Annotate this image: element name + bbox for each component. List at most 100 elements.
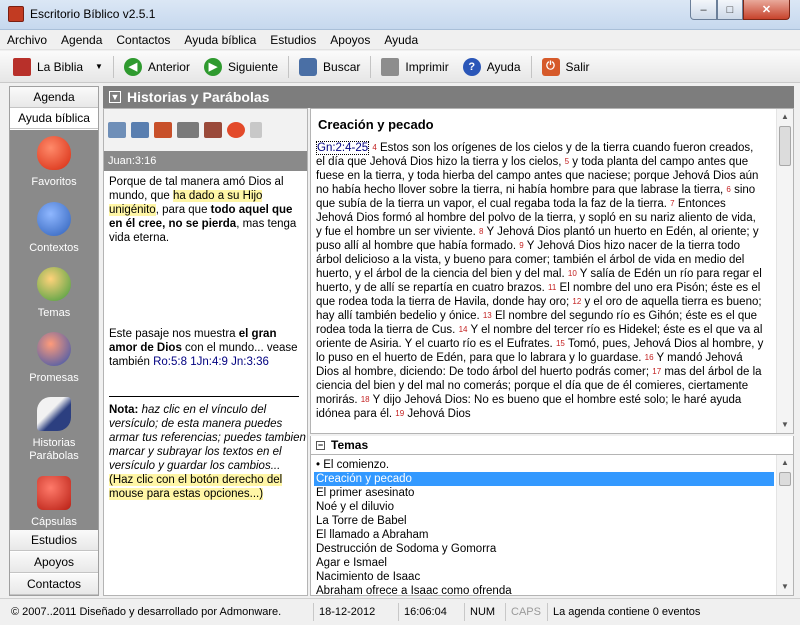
temas-scrollbar[interactable]: ▲ ▼ xyxy=(776,455,793,595)
expand-icon[interactable] xyxy=(108,122,126,138)
arrow-right-icon: ▶ xyxy=(203,57,222,76)
dropdown-arrow-icon[interactable]: ▼ xyxy=(95,62,103,71)
toolbar: La Biblia ▼ ◀ Anterior ▶ Siguiente Busca… xyxy=(0,51,800,83)
tip-highlight: (Haz clic con el botón derecho del mouse… xyxy=(109,474,283,500)
nav-item-favoritos[interactable]: Favoritos xyxy=(10,136,98,189)
maximize-button[interactable]: □ xyxy=(717,0,743,20)
chevron-down-icon[interactable]: ▼ xyxy=(109,91,121,103)
scroll-down-button[interactable]: ▼ xyxy=(777,417,793,433)
status-date: 18-12-2012 xyxy=(313,603,397,621)
heart-icon[interactable] xyxy=(227,122,245,138)
print-button[interactable]: Imprimir xyxy=(374,54,455,80)
nav-item-contextos[interactable]: Contextos xyxy=(10,202,98,255)
scroll-thumb[interactable] xyxy=(779,126,791,166)
verse-text-part: , para que xyxy=(155,204,211,216)
reference-link[interactable]: 1Jn:4:9 xyxy=(190,356,228,368)
menu-ayuda[interactable]: Ayuda xyxy=(377,33,425,47)
menu-archivo[interactable]: Archivo xyxy=(0,33,54,47)
exit-button[interactable]: ⏻ Salir xyxy=(535,54,597,80)
passage-reference-link[interactable]: Gn:2:4-25 xyxy=(316,141,370,155)
book-icon xyxy=(37,476,71,510)
list-icon[interactable] xyxy=(177,122,199,138)
close-button[interactable]: ✕ xyxy=(743,0,790,20)
tema-list-item[interactable]: Abraham ofrece a Isaac como ofrenda xyxy=(314,584,774,598)
nav-item-label: Cápsulas xyxy=(31,516,77,528)
tema-list-item[interactable]: El llamado a Abraham xyxy=(314,528,774,542)
verse-note: Este pasaje nos muestra el gran amor de … xyxy=(109,327,304,369)
nav-item-label: Temas xyxy=(37,307,71,319)
nav-ayuda-biblica[interactable]: Ayuda bíblica xyxy=(10,108,98,129)
tema-list-item[interactable]: Nacimiento de Isaac xyxy=(314,570,774,584)
tema-list-item[interactable]: Creación y pecado xyxy=(314,472,774,486)
tema-list-item[interactable]: Destrucción de Sodoma y Gomorra xyxy=(314,542,774,556)
title-bar: Escritorio Bíblico v2.5.1 – □ ✕ xyxy=(0,0,800,30)
nav-agenda[interactable]: Agenda xyxy=(10,87,98,108)
nav-contactos[interactable]: Contactos xyxy=(10,574,98,595)
collapse-icon[interactable]: − xyxy=(316,440,325,450)
divider xyxy=(109,396,299,397)
minimize-button[interactable]: – xyxy=(690,0,717,20)
reference-link[interactable]: Ro:5:8 xyxy=(153,356,187,368)
person-icon xyxy=(37,267,71,301)
menu-agenda[interactable]: Agenda xyxy=(54,33,109,47)
tema-list-item[interactable]: Noé y el diluvio xyxy=(314,500,774,514)
nav-item-label: Favoritos xyxy=(31,176,77,188)
tema-list-item[interactable]: La Torre de Babel xyxy=(314,514,774,528)
back-button[interactable]: ◀ Anterior xyxy=(117,54,197,80)
tema-list-item[interactable]: Agar e Ismael xyxy=(314,556,774,570)
help-button[interactable]: ? Ayuda xyxy=(456,54,528,80)
tema-list-item[interactable]: • El comienzo. xyxy=(314,458,774,472)
group-icon xyxy=(37,332,71,366)
nav-item-capsulas[interactable]: Cápsulas xyxy=(10,476,98,529)
exit-button-label: Salir xyxy=(565,59,590,74)
scroll-up-button[interactable]: ▲ xyxy=(777,455,793,471)
back-button-label: Anterior xyxy=(147,59,190,74)
help-button-label: Ayuda xyxy=(486,59,521,74)
verse-number: 18 xyxy=(360,395,370,404)
bible-button[interactable]: La Biblia ▼ xyxy=(6,54,110,80)
section-header: ▼ Historias y Parábolas xyxy=(103,86,794,108)
next-button[interactable]: ▶ Siguiente xyxy=(197,54,285,80)
reference-link[interactable]: Jn:3:36 xyxy=(231,356,269,368)
status-time: 16:06:04 xyxy=(398,603,463,621)
toolbar-separator xyxy=(370,55,372,78)
menu-ayuda-biblica[interactable]: Ayuda bíblica xyxy=(177,33,263,47)
verse-number: 17 xyxy=(652,367,662,376)
people-icon xyxy=(37,202,71,236)
scroll-up-button[interactable]: ▲ xyxy=(777,109,793,125)
collapse-icon[interactable] xyxy=(131,122,149,138)
menu-contactos[interactable]: Contactos xyxy=(109,33,177,47)
verse-reference: Juan:3:16 xyxy=(104,151,307,171)
nav-estudios[interactable]: Estudios xyxy=(10,530,98,551)
verse-number: 12 xyxy=(572,297,582,306)
toolbar-separator xyxy=(530,55,532,78)
nav-item-label: Promesas xyxy=(29,372,79,384)
heart-icon xyxy=(37,136,71,170)
footprint-icon[interactable] xyxy=(250,122,262,138)
status-caps: CAPS xyxy=(505,603,545,621)
tema-list-item[interactable]: El primer asesinato xyxy=(314,486,774,500)
scroll-thumb[interactable] xyxy=(779,472,791,486)
status-agenda: La agenda contiene 0 eventos xyxy=(547,603,700,621)
nav-item-historias-parabolas[interactable]: Historias Parábolas xyxy=(10,397,98,463)
bible-icon[interactable] xyxy=(154,122,172,138)
tip-note: Nota: haz clic en el vínculo del versícu… xyxy=(109,403,307,501)
content-scrollbar[interactable]: ▲ ▼ xyxy=(776,109,793,433)
scroll-down-button[interactable]: ▼ xyxy=(777,579,793,595)
content-title: Creación y pecado xyxy=(318,117,434,132)
verse-number: 13 xyxy=(482,311,492,320)
note-text: Este pasaje nos muestra xyxy=(109,328,239,340)
search-button[interactable]: Buscar xyxy=(292,54,367,80)
exit-icon: ⏻ xyxy=(541,57,560,76)
menu-apoyos[interactable]: Apoyos xyxy=(323,33,377,47)
search-icon[interactable] xyxy=(204,122,222,138)
verse-text: Porque de tal manera amó Dios al mundo, … xyxy=(109,175,304,245)
nav-apoyos[interactable]: Apoyos xyxy=(10,552,98,573)
tip-text: haz clic en el vínculo del versículo; de… xyxy=(109,404,306,472)
nav-item-promesas[interactable]: Promesas xyxy=(10,332,98,385)
verse-pane: Juan:3:16 Porque de tal manera amó Dios … xyxy=(103,108,308,596)
menu-bar: Archivo Agenda Contactos Ayuda bíblica E… xyxy=(0,30,800,50)
menu-estudios[interactable]: Estudios xyxy=(263,33,323,47)
next-button-label: Siguiente xyxy=(227,59,279,74)
nav-item-temas[interactable]: Temas xyxy=(10,267,98,320)
